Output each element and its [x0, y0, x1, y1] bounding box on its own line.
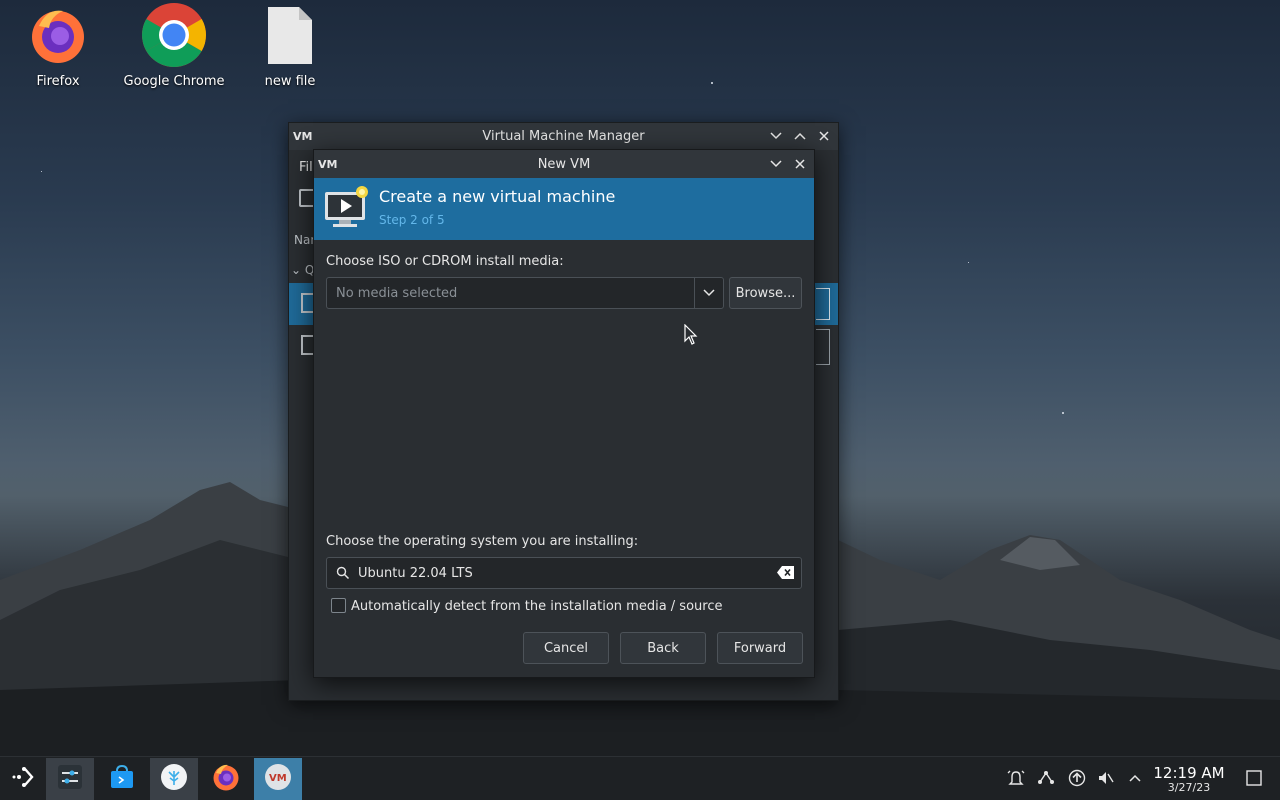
- star: [968, 262, 969, 263]
- window-titlebar[interactable]: VM Virtual Machine Manager: [289, 123, 838, 150]
- connection-group[interactable]: ⌄ Q: [291, 263, 314, 277]
- desktop-icon-new-file[interactable]: new file: [235, 6, 345, 89]
- taskbar-virt-manager[interactable]: VM: [254, 758, 302, 800]
- taskbar: VM 12:19 AM 3/27/23: [0, 756, 1280, 800]
- volume-muted-icon[interactable]: [1097, 769, 1115, 787]
- close-icon[interactable]: [816, 128, 832, 144]
- desktop-icon-firefox[interactable]: Firefox: [3, 6, 113, 89]
- back-button[interactable]: Back: [620, 632, 706, 664]
- chevron-down-icon: ⌄: [291, 263, 302, 277]
- cancel-button[interactable]: Cancel: [523, 632, 609, 664]
- os-search-field[interactable]: Ubuntu 22.04 LTS: [326, 557, 802, 589]
- show-desktop-icon[interactable]: [1245, 769, 1263, 787]
- iso-media-combobox[interactable]: No media selected: [326, 277, 724, 309]
- dialog-titlebar[interactable]: VM New VM: [314, 150, 814, 178]
- application-launcher-button[interactable]: [0, 758, 48, 800]
- virt-manager-icon: VM: [264, 763, 292, 795]
- mouse-pointer-icon: [684, 323, 698, 350]
- browse-button[interactable]: Browse...: [729, 277, 802, 309]
- new-vm-dialog: VM New VM Create a new virtual machine S…: [313, 149, 815, 678]
- search-icon: [336, 566, 350, 584]
- taskbar-files[interactable]: [150, 758, 198, 800]
- star: [711, 82, 713, 84]
- clock[interactable]: 12:19 AM 3/27/23: [1150, 765, 1228, 795]
- minimize-icon[interactable]: [768, 156, 784, 172]
- clock-time: 12:19 AM: [1153, 764, 1225, 782]
- taskbar-firefox[interactable]: [202, 758, 250, 800]
- maximize-icon[interactable]: [792, 128, 808, 144]
- desktop-icon-label: Firefox: [36, 74, 80, 89]
- desktop-icon-label: Google Chrome: [123, 74, 225, 89]
- star: [1062, 412, 1064, 414]
- window-title: Virtual Machine Manager: [482, 129, 645, 144]
- svg-text:VM: VM: [318, 158, 337, 170]
- close-icon[interactable]: [792, 156, 808, 172]
- chevron-down-icon[interactable]: [694, 278, 723, 308]
- cpu-graph: [816, 288, 830, 320]
- desktop-icon-chrome[interactable]: Google Chrome: [119, 3, 229, 89]
- vm-icon: [301, 293, 313, 313]
- system-settings-icon: [57, 764, 83, 794]
- clock-date: 3/27/23: [1167, 781, 1211, 794]
- chrome-icon: [142, 3, 206, 67]
- auto-detect-label[interactable]: Automatically detect from the installati…: [351, 599, 722, 614]
- os-search-value: Ubuntu 22.04 LTS: [358, 566, 473, 581]
- forward-button[interactable]: Forward: [717, 632, 803, 664]
- wizard-title: Create a new virtual machine: [379, 187, 616, 206]
- dialog-title: New VM: [537, 156, 591, 172]
- wizard-step: Step 2 of 5: [379, 213, 445, 227]
- firefox-icon: [29, 6, 87, 64]
- new-vm-monitor-icon: [323, 186, 371, 230]
- discover-store-icon: [109, 764, 135, 794]
- os-label: Choose the operating system you are inst…: [326, 534, 639, 549]
- iso-media-label: Choose ISO or CDROM install media:: [326, 254, 564, 269]
- iso-media-placeholder: No media selected: [336, 286, 458, 301]
- taskbar-discover-store[interactable]: [98, 758, 146, 800]
- cpu-graph: [816, 329, 830, 365]
- star: [41, 171, 42, 172]
- wizard-banner: Create a new virtual machine Step 2 of 5: [314, 178, 814, 240]
- svg-text:VM: VM: [269, 773, 287, 784]
- firefox-icon: [212, 763, 240, 795]
- virt-manager-logo-icon: VM: [318, 157, 340, 174]
- notifications-icon[interactable]: [1007, 769, 1025, 787]
- launcher-icon: [11, 765, 37, 793]
- svg-text:VM: VM: [293, 130, 312, 142]
- files-icon: [160, 763, 188, 795]
- file-icon: [261, 6, 319, 64]
- taskbar-system-settings[interactable]: [46, 758, 94, 800]
- minimize-icon[interactable]: [768, 128, 784, 144]
- clear-text-icon[interactable]: [777, 566, 794, 583]
- vm-icon: [301, 335, 313, 355]
- updates-icon[interactable]: [1068, 769, 1086, 787]
- chevron-up-icon[interactable]: [1126, 769, 1144, 787]
- virt-manager-logo-icon: VM: [293, 129, 315, 146]
- kdeconnect-icon[interactable]: [1037, 769, 1055, 787]
- auto-detect-checkbox[interactable]: [331, 598, 346, 613]
- desktop-icon-label: new file: [264, 74, 316, 89]
